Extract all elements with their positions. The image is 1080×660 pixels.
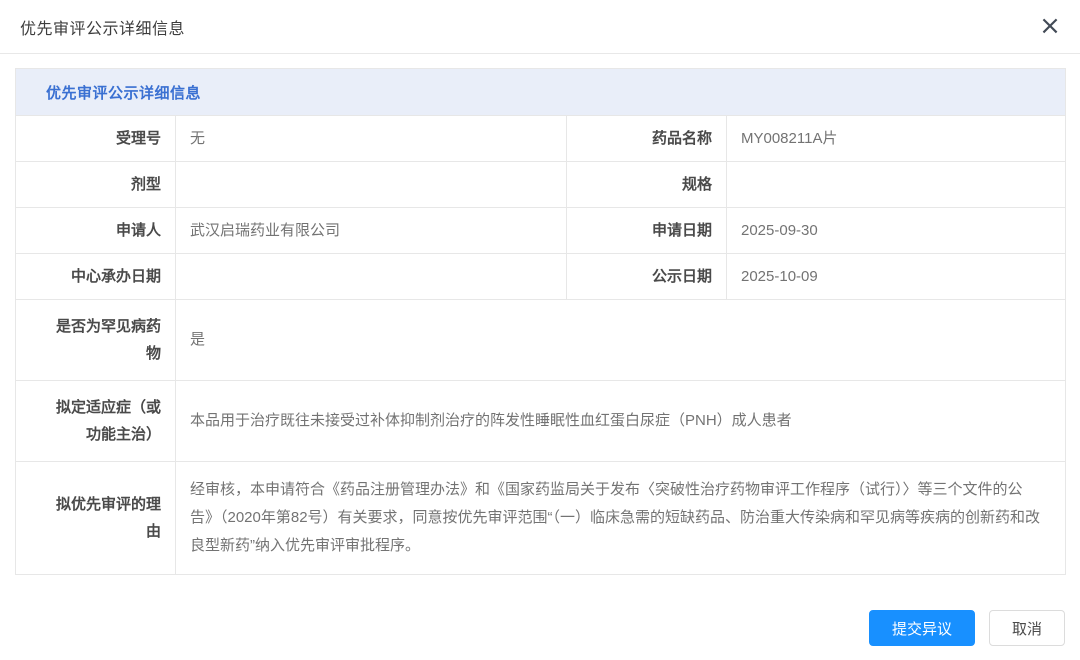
field-value-applicant: 武汉启瑞药业有限公司 [176,208,567,254]
dialog-footer: 提交异议 取消 [869,610,1065,646]
field-value-rare-disease: 是 [176,300,1066,381]
field-label-acceptance-no: 受理号 [16,116,176,162]
field-label-publicity-date: 公示日期 [567,254,727,300]
table-section-header: 优先审评公示详细信息 [16,69,1066,116]
table-row: 是否为罕见病药物 是 [16,300,1066,381]
table-row: 受理号 无 药品名称 MY008211A片 [16,116,1066,162]
field-value-publicity-date: 2025-10-09 [727,254,1066,300]
field-label-application-date: 申请日期 [567,208,727,254]
field-value-indication: 本品用于治疗既往未接受过补体抑制剂治疗的阵发性睡眠性血红蛋白尿症（PNH）成人患… [176,381,1066,462]
field-value-acceptance-no: 无 [176,116,567,162]
field-label-rare-disease: 是否为罕见病药物 [16,300,176,381]
table-row: 申请人 武汉启瑞药业有限公司 申请日期 2025-09-30 [16,208,1066,254]
field-label-center-undertake-date: 中心承办日期 [16,254,176,300]
field-value-priority-review-reason: 经审核，本申请符合《药品注册管理办法》和《国家药监局关于发布〈突破性治疗药物审评… [176,462,1066,575]
field-value-application-date: 2025-09-30 [727,208,1066,254]
field-value-dosage-form [176,162,567,208]
field-label-priority-review-reason: 拟优先审评的理由 [16,462,176,575]
dialog-header: 优先审评公示详细信息 [0,0,1080,54]
field-value-specification [727,162,1066,208]
field-label-drug-name: 药品名称 [567,116,727,162]
field-label-applicant: 申请人 [16,208,176,254]
priority-review-detail-dialog: 优先审评公示详细信息 × 优先审评公示详细信息 受理号 无 药品名称 MY008… [0,0,1080,660]
dialog-title: 优先审评公示详细信息 [20,15,185,39]
field-label-dosage-form: 剂型 [16,162,176,208]
field-value-center-undertake-date [176,254,567,300]
cancel-button[interactable]: 取消 [989,610,1065,646]
detail-table-container: 优先审评公示详细信息 受理号 无 药品名称 MY008211A片 剂型 规格 申… [15,68,1065,575]
submit-objection-button[interactable]: 提交异议 [869,610,975,646]
field-label-indication: 拟定适应症（或功能主治） [16,381,176,462]
table-section-header-row: 优先审评公示详细信息 [16,69,1066,116]
table-row: 剂型 规格 [16,162,1066,208]
table-row: 拟定适应症（或功能主治） 本品用于治疗既往未接受过补体抑制剂治疗的阵发性睡眠性血… [16,381,1066,462]
field-label-specification: 规格 [567,162,727,208]
table-row: 中心承办日期 公示日期 2025-10-09 [16,254,1066,300]
close-icon[interactable]: × [1034,10,1066,42]
field-value-drug-name: MY008211A片 [727,116,1066,162]
table-row: 拟优先审评的理由 经审核，本申请符合《药品注册管理办法》和《国家药监局关于发布〈… [16,462,1066,575]
priority-review-detail-table: 优先审评公示详细信息 受理号 无 药品名称 MY008211A片 剂型 规格 申… [15,68,1066,575]
